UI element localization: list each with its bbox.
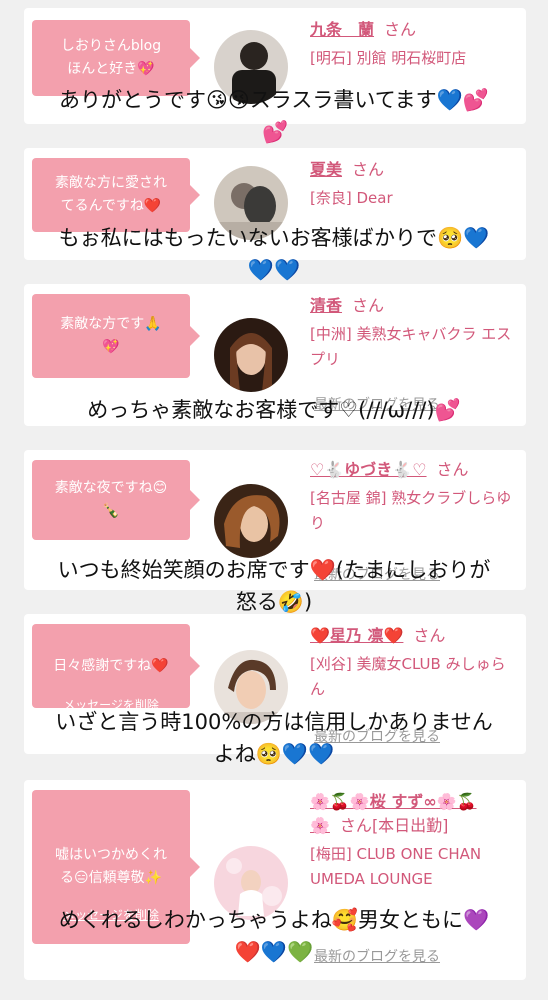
message-line: 日々感謝ですね❤️ [53, 657, 169, 674]
message-line: 素敵な方です🙏 [60, 316, 162, 332]
therapist-info: 清香 さん [中洲] 美熟女キャバクラ エスプリ [310, 294, 520, 372]
therapist-name-link[interactable]: 夏美 [310, 160, 342, 179]
name-line: ❤️星乃 凛❤️ さん [310, 624, 520, 648]
caption-line: いざと言う時100%の方は信用しかありません [55, 710, 493, 734]
message-line: 🍾 [102, 503, 120, 519]
honorific: さん [413, 626, 446, 645]
therapist-info: ❤️星乃 凛❤️ さん [刈谷] 美魔女CLUB みしゅらん [310, 624, 520, 702]
delete-message-link[interactable]: メッセージを削除 [32, 378, 190, 395]
status-badge: [本日出勤] [371, 816, 449, 835]
name-line: 🌸🍒🌸桜 すず∞🌸🍒 [310, 790, 520, 814]
therapist-info: 九条 蘭さん [明石] 別館 明石桜町店 [310, 18, 520, 71]
message-line: 💖 [102, 339, 120, 355]
message-line: てるんですね❤️ [60, 198, 162, 214]
message-bubble: 素敵な方に愛され てるんですね❤️ [32, 158, 200, 232]
therapist-info: ♡🐇ゆづき🐇♡ さん [名古屋 錦] 熟女クラブしらゆり [310, 458, 520, 536]
shop-name[interactable]: [名古屋 錦] 熟女クラブしらゆり [310, 486, 520, 536]
therapist-info: 夏美 さん [奈良] Dear [310, 158, 520, 211]
caption: いつも終始笑顔のお席です❤️(たまにしおりが 怒る🤣) [0, 554, 548, 618]
shop-name[interactable]: [明石] 別館 明石桜町店 [310, 46, 520, 71]
therapist-name-link[interactable]: ♡🐇ゆづき🐇♡ [310, 460, 427, 479]
caption-line: もぉ私にはもったいないお客様ばかりで🥺💙 [58, 226, 490, 250]
avatar[interactable] [214, 318, 288, 392]
shop-name[interactable]: [梅田] CLUB ONE CHAN UMEDA LOUNGE [310, 842, 520, 892]
shop-name[interactable]: [中洲] 美熟女キャバクラ エスプリ [310, 322, 520, 372]
avatar[interactable] [214, 484, 288, 558]
therapist-name-link[interactable]: 九条 蘭 [310, 20, 374, 39]
therapist-info: 🌸🍒🌸桜 すず∞🌸🍒 🌸 さん[本日出勤] [梅田] CLUB ONE CHAN … [310, 790, 520, 892]
caption-line: 💙💙 [247, 258, 301, 282]
caption-line: ❤️💙💚 [234, 940, 314, 964]
message-line: 嘘はいつかめくれ [55, 847, 167, 863]
caption: めっちゃ素敵なお客様です♡(///ω///)💕 [0, 394, 548, 426]
message-line: る😑信頼尊敬✨ [59, 870, 163, 886]
caption-line: いつも終始笑顔のお席です❤️(たまにしおりが [57, 558, 491, 582]
caption-line: ありがとうです😘😘スラスラ書いてます💙💕 [59, 88, 489, 112]
message-line: ほんと好き💖 [67, 61, 155, 77]
name-line: 九条 蘭さん [310, 18, 520, 42]
therapist-name-link[interactable]: 🌸 [310, 816, 330, 835]
caption-line: 💕 [262, 120, 289, 144]
honorific: さん [352, 160, 385, 179]
message-bubble: 素敵な夜ですね😊 🍾 [32, 460, 200, 540]
caption-line: よね🥺💙💙 [213, 742, 335, 766]
caption-line: めっちゃ素敵なお客様です♡(///ω///)💕 [87, 398, 461, 422]
message-line: しおりさんblog [60, 38, 162, 54]
caption: ありがとうです😘😘スラスラ書いてます💙💕 💕 [0, 84, 548, 148]
honorific: さん [436, 460, 469, 479]
honorific: さん [384, 20, 417, 39]
honorific: さん [339, 816, 372, 835]
shop-name[interactable]: [刈谷] 美魔女CLUB みしゅらん [310, 652, 520, 702]
caption: めくれるしわかっちゃうよね🥰男女ともに💜 ❤️💙💚 [0, 904, 548, 968]
honorific: さん [352, 296, 385, 315]
therapist-name-link[interactable]: ❤️星乃 凛❤️ [310, 626, 403, 645]
therapist-name-link[interactable]: 清香 [310, 296, 342, 315]
caption: もぉ私にはもったいないお客様ばかりで🥺💙 💙💙 [0, 222, 548, 286]
caption-line: めくれるしわかっちゃうよね🥰男女ともに💜 [58, 908, 490, 932]
caption-line: 怒る🤣) [235, 590, 313, 614]
name-line: ♡🐇ゆづき🐇♡ さん [310, 458, 520, 482]
therapist-name-link[interactable]: 🌸🍒🌸桜 すず∞🌸🍒 [310, 792, 477, 811]
shop-name[interactable]: [奈良] Dear [310, 186, 520, 211]
name-line: 夏美 さん [310, 158, 520, 182]
message-line: 素敵な夜ですね😊 [54, 480, 168, 496]
name-line: 清香 さん [310, 294, 520, 318]
caption: いざと言う時100%の方は信用しかありません よね🥺💙💙 [0, 706, 548, 770]
message-line: 素敵な方に愛され [55, 175, 167, 191]
name-line: 🌸 さん[本日出勤] [310, 814, 520, 838]
message-bubble: 素敵な方です🙏 💖 [32, 294, 200, 378]
